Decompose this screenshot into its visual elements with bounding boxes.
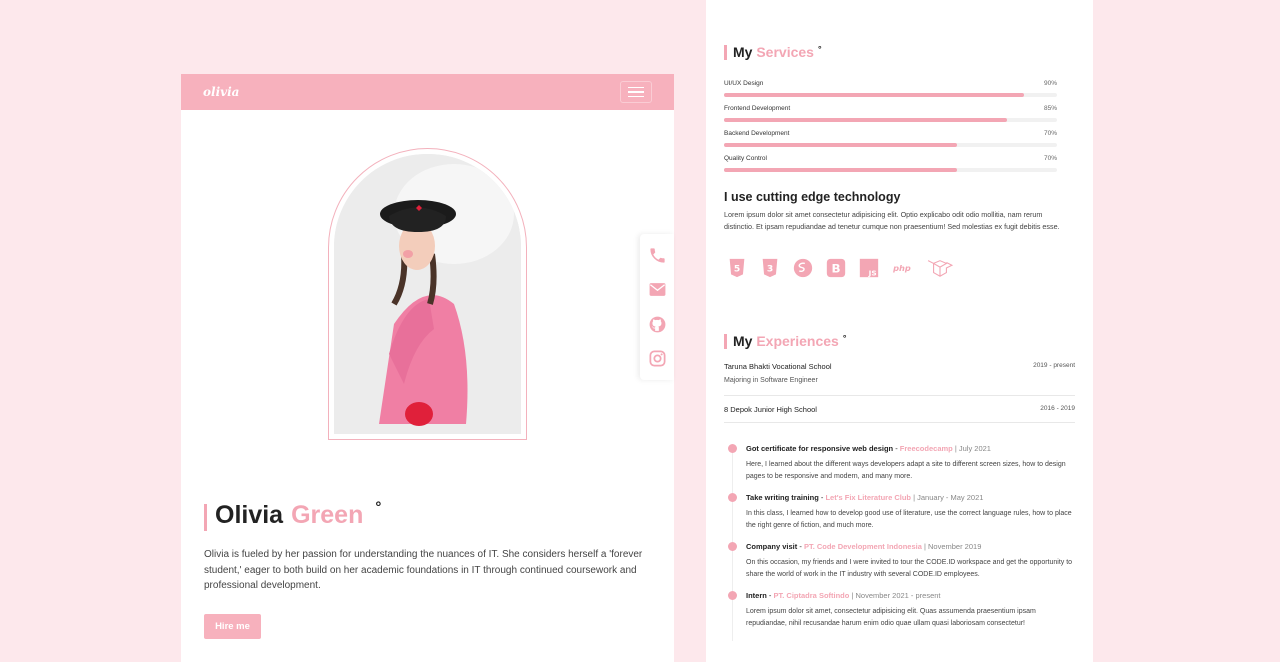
- degree-mark: °: [375, 499, 382, 516]
- timeline-dot: [728, 542, 737, 551]
- timeline-description: Lorem ipsum dolor sit amet, consectetur …: [746, 608, 1036, 627]
- timeline-date: | January - May 2021: [911, 493, 984, 502]
- html5-icon: 5: [729, 258, 745, 278]
- phone-icon[interactable]: [648, 246, 667, 265]
- divider: [724, 395, 1075, 396]
- svg-text:3: 3: [767, 264, 773, 275]
- hamburger-icon: [628, 86, 644, 89]
- javascript-icon: JS: [859, 258, 879, 277]
- hero-title: Olivia Green °: [204, 499, 382, 531]
- services-title: My Services °: [724, 44, 822, 60]
- school-name: 8 Depok Junior High School: [724, 405, 817, 414]
- profile-photo: [334, 154, 521, 434]
- services-title-plain: My: [733, 44, 753, 60]
- experiences-title-accent: Experiences: [756, 333, 839, 349]
- school-name: Taruna Bhakti Vocational School: [724, 362, 832, 371]
- details-card: My Services ° UI/UX Design 90% Frontend D…: [706, 0, 1093, 662]
- timeline-date: | July 2021: [952, 444, 991, 453]
- timeline-title: Take writing training: [746, 493, 819, 502]
- experiences-title-plain: My: [733, 333, 753, 349]
- service-item: Quality Control 70%: [724, 155, 1057, 172]
- timeline-org-link[interactable]: PT. Code Development Indonesia: [804, 542, 922, 551]
- timeline-dot: [728, 591, 737, 600]
- tech-heading: I use cutting edge technology: [724, 190, 901, 204]
- timeline-org-link[interactable]: Freecodecamp: [900, 444, 953, 453]
- progress-fill: [724, 168, 958, 172]
- svg-text:php: php: [892, 263, 911, 273]
- title-accent-bar: [724, 44, 727, 60]
- svg-text:B: B: [831, 262, 840, 276]
- brand-logo[interactable]: olivia: [203, 85, 239, 99]
- progress-track: [724, 93, 1057, 97]
- service-name: Quality Control: [724, 155, 767, 162]
- hero-description: Olivia is fueled by her passion for unde…: [204, 549, 643, 591]
- progress-track: [724, 118, 1057, 122]
- tech-icons: 5 3 B JS php: [726, 257, 956, 279]
- school-years: 2019 - present: [1033, 362, 1075, 369]
- service-percent: 70%: [1043, 155, 1057, 162]
- progress-fill: [724, 143, 958, 147]
- laravel-icon: [927, 260, 954, 277]
- timeline-item: Got certificate for responsive web desig…: [728, 444, 1078, 483]
- services-title-accent: Services: [756, 44, 814, 60]
- github-icon[interactable]: [648, 315, 667, 334]
- service-name: Frontend Development: [724, 105, 791, 112]
- school-major: Majoring in Software Engineer: [724, 377, 818, 384]
- service-percent: 85%: [1043, 105, 1057, 112]
- service-name: UI/UX Design: [724, 80, 764, 87]
- progress-fill: [724, 118, 1008, 122]
- progress-track: [724, 143, 1057, 147]
- education-item: 8 Depok Junior High School 2016 - 2019: [724, 405, 1075, 414]
- css3-icon: 3: [762, 258, 778, 278]
- timeline-description: Here, I learned about the different ways…: [746, 461, 1066, 480]
- php-icon: php: [892, 263, 911, 273]
- menu-toggle-button[interactable]: [620, 81, 652, 103]
- degree-mark: °: [842, 332, 847, 343]
- timeline-item: Company visit - PT. Code Development Ind…: [728, 542, 1078, 581]
- timeline-dot: [728, 444, 737, 453]
- mail-icon[interactable]: [648, 280, 667, 299]
- timeline-item: Intern - PT. Ciptadra Softindo | Novembe…: [728, 591, 1078, 630]
- first-name: Olivia: [215, 501, 284, 529]
- bootstrap-icon: B: [826, 258, 846, 278]
- service-name: Backend Development: [724, 130, 790, 137]
- service-item: Frontend Development 85%: [724, 105, 1057, 122]
- divider: [724, 422, 1075, 423]
- navbar: olivia: [181, 74, 674, 110]
- timeline-dot: [728, 493, 737, 502]
- degree-mark: °: [817, 43, 822, 54]
- timeline-date: | November 2019: [921, 542, 982, 551]
- experiences-title: My Experiences °: [724, 333, 846, 349]
- school-years: 2016 - 2019: [1040, 405, 1075, 412]
- service-percent: 70%: [1043, 130, 1057, 137]
- svg-text:JS: JS: [868, 268, 877, 277]
- tech-description: Lorem ipsum dolor sit amet consectetur a…: [724, 210, 1060, 231]
- progress-track: [724, 168, 1057, 172]
- hero-card: olivia Olivia Green ° Olivia is fueled b…: [181, 74, 674, 662]
- education-item: Taruna Bhakti Vocational School 2019 - pr…: [724, 362, 1075, 384]
- timeline-description: In this class, I learned how to develop …: [746, 510, 1072, 529]
- timeline-org-link[interactable]: PT. Ciptadra Softindo: [774, 591, 850, 600]
- service-item: Backend Development 70%: [724, 130, 1057, 147]
- timeline-description: On this occasion, my friends and I were …: [746, 559, 1073, 578]
- social-sidebar: [640, 234, 674, 380]
- profile-photo-frame: [328, 148, 527, 440]
- timeline-title: Company visit: [746, 542, 798, 551]
- progress-fill: [724, 93, 1024, 97]
- instagram-icon[interactable]: [648, 349, 667, 368]
- timeline-title: Got certificate for responsive web desig…: [746, 444, 894, 453]
- timeline-date: | November 2021 - present: [849, 591, 941, 600]
- service-item: UI/UX Design 90%: [724, 80, 1057, 97]
- timeline-item: Take writing training - Let's Fix Litera…: [728, 493, 1078, 532]
- last-name: Green: [291, 501, 364, 529]
- title-accent-bar: [724, 333, 727, 349]
- sass-icon: [793, 258, 813, 278]
- service-percent: 90%: [1043, 80, 1057, 87]
- hire-me-button[interactable]: Hire me: [204, 614, 261, 639]
- timeline-title: Intern: [746, 591, 767, 600]
- portrait-illustration: [334, 154, 521, 434]
- title-accent-bar: [204, 504, 207, 531]
- timeline-org-link[interactable]: Let's Fix Literature Club: [825, 493, 911, 502]
- svg-text:5: 5: [734, 264, 740, 275]
